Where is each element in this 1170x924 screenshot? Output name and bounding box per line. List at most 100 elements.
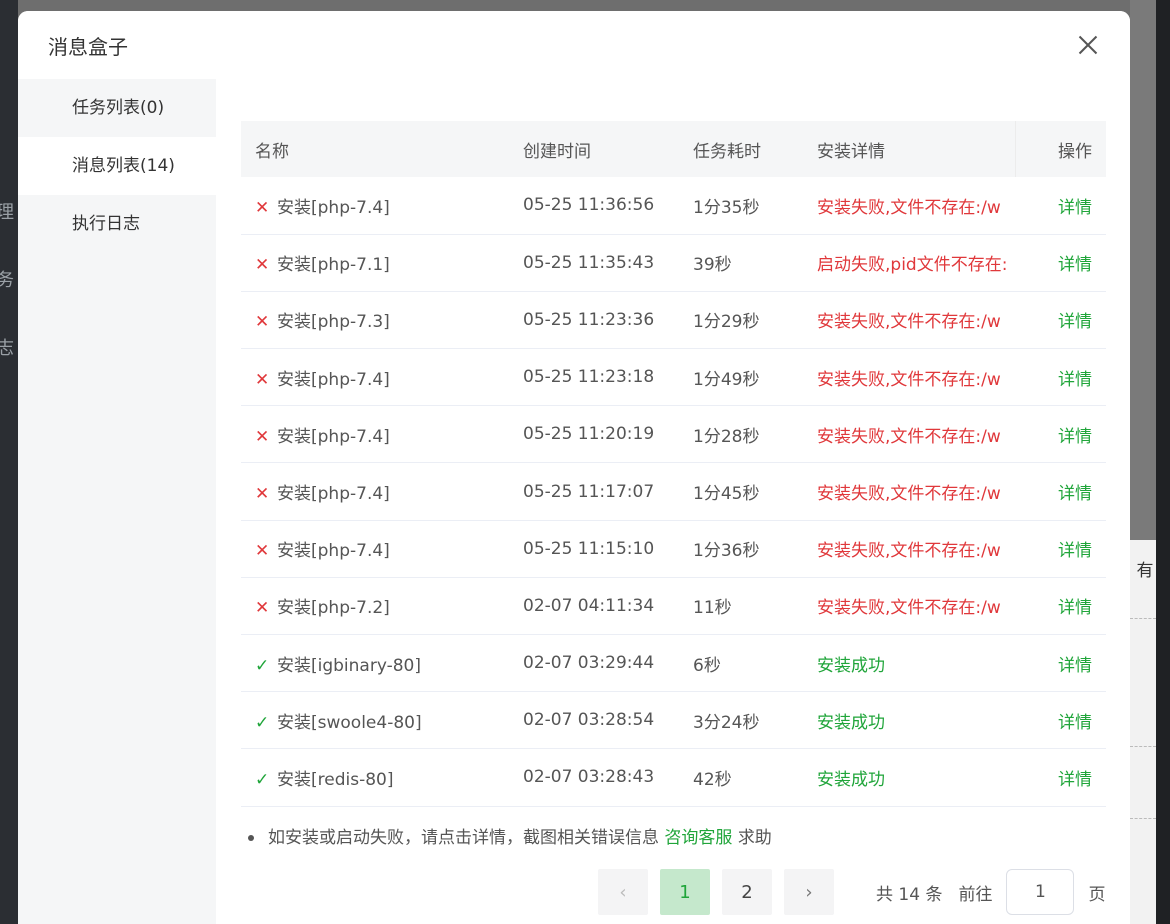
prev-page-button[interactable]: ‹ — [598, 869, 648, 915]
help-note-suffix: 求助 — [737, 828, 772, 848]
duration: 11秒 — [693, 598, 732, 619]
detail-link[interactable]: 详情 — [1058, 713, 1092, 733]
action-cell: 详情 — [1015, 520, 1106, 577]
table-row: ✕ 安装[php-7.3] 05-25 11:23:36 1分29秒 安装失败,文件不存… — [241, 291, 1106, 349]
message-table-container: 名称 创建时间 任务耗时 安装详情 操作 ✕ 安装[php-7.4] 05-25 1… — [241, 121, 1106, 807]
action-cell: 详情 — [1015, 234, 1106, 291]
table-header-row: 名称 创建时间 任务耗时 安装详情 操作 — [241, 121, 1106, 177]
check-icon: ✓ — [255, 655, 270, 676]
task-name-cell: ✕ 安装[php-7.2] — [241, 577, 509, 634]
detail-link[interactable]: 详情 — [1058, 598, 1092, 618]
action-cell: 详情 — [1015, 177, 1106, 234]
created-time: 02-07 03:28:54 — [523, 710, 655, 731]
table-row: ✕ 安装[php-7.4] 05-25 11:20:19 1分28秒 安装失败,文件不存… — [241, 406, 1106, 463]
backdrop-right-edge — [1156, 0, 1170, 924]
detail-link[interactable]: 详情 — [1058, 656, 1092, 676]
created-time: 02-07 04:11:34 — [523, 595, 655, 616]
backdrop-divider — [1130, 618, 1156, 619]
dialog-title: 消息盒子 — [48, 35, 128, 59]
install-detail: 安装失败,文件不存在:/w — [817, 541, 1001, 562]
created-time: 05-25 11:23:18 — [523, 367, 655, 388]
detail-link[interactable]: 详情 — [1058, 255, 1092, 275]
column-header-action: 操作 — [1014, 121, 1106, 177]
detail-link[interactable]: 详情 — [1058, 770, 1092, 790]
sidebar-item-execution-log[interactable]: 执行日志 — [18, 195, 216, 253]
duration: 6秒 — [693, 655, 721, 676]
task-name-cell: ✓ 安装[igbinary-80] — [241, 635, 509, 692]
action-cell: 详情 — [1015, 749, 1106, 806]
detail-link[interactable]: 详情 — [1058, 198, 1092, 218]
task-name-cell: ✕ 安装[php-7.4] — [241, 406, 509, 463]
column-header-name: 名称 — [255, 141, 289, 162]
duration: 42秒 — [693, 769, 732, 790]
detail-link[interactable]: 详情 — [1058, 484, 1092, 504]
total-count: 共 14 条 — [876, 884, 943, 905]
backdrop-divider — [1130, 746, 1156, 747]
detail-link[interactable]: 详情 — [1058, 312, 1092, 332]
dialog-header: 消息盒子 — [18, 11, 1130, 79]
install-detail: 安装失败,文件不存在:/w — [817, 426, 1001, 447]
goto-label: 前往 — [958, 884, 993, 905]
table-row: ✕ 安装[php-7.4] 05-25 11:17:07 1分45秒 安装失败,文件不存… — [241, 463, 1106, 521]
goto-page-input[interactable] — [1006, 869, 1075, 915]
action-cell: 详情 — [1015, 291, 1106, 348]
column-header-detail: 安装详情 — [817, 141, 885, 162]
close-icon[interactable] — [1072, 29, 1104, 61]
table-row: ✓ 安装[redis-80] 02-07 03:28:43 42秒 安装成功 详情 — [241, 749, 1106, 807]
consult-support-link[interactable]: 咨询客服 — [664, 828, 732, 848]
created-time: 05-25 11:23:36 — [523, 309, 655, 330]
task-name: 安装[swoole4-80] — [277, 712, 422, 733]
created-time: 02-07 03:29:44 — [523, 653, 655, 674]
task-name: 安装[redis-80] — [277, 769, 394, 790]
created-time: 02-07 03:28:43 — [523, 767, 655, 788]
duration: 1分29秒 — [693, 312, 760, 333]
sidebar-item-task-list[interactable]: 任务列表(0) — [18, 79, 216, 137]
cross-icon: ✕ — [255, 197, 270, 218]
column-header-duration: 任务耗时 — [693, 141, 761, 162]
page-button-1[interactable]: 1 — [660, 869, 710, 915]
cross-icon: ✕ — [255, 598, 270, 619]
table-row: ✓ 安装[igbinary-80] 02-07 03:29:44 6秒 安装成功 详情 — [241, 635, 1106, 692]
duration: 1分35秒 — [693, 197, 760, 218]
cross-icon: ✕ — [255, 484, 270, 505]
duration: 1分36秒 — [693, 541, 760, 562]
page-button-2[interactable]: 2 — [722, 869, 772, 915]
detail-link[interactable]: 详情 — [1058, 370, 1092, 390]
install-detail: 安装成功 — [817, 655, 885, 676]
task-name: 安装[php-7.2] — [277, 598, 390, 619]
task-name-cell: ✕ 安装[php-7.4] — [241, 349, 509, 406]
backdrop-left-panel: 理 务 志 — [0, 0, 18, 924]
table-row: ✕ 安装[php-7.2] 02-07 04:11:34 11秒 安装失败,文件不存在:… — [241, 577, 1106, 635]
message-box-dialog: 消息盒子 任务列表(0) 消息列表(14) 执行日志 名称 创建时间 任务耗时 … — [18, 11, 1130, 924]
message-table: 名称 创建时间 任务耗时 安装详情 操作 ✕ 安装[php-7.4] 05-25 1… — [241, 121, 1106, 807]
cross-icon: ✕ — [255, 426, 270, 447]
task-name: 安装[php-7.4] — [277, 197, 390, 218]
action-cell: 详情 — [1015, 349, 1106, 406]
table-row: ✕ 安装[php-7.4] 05-25 11:23:18 1分49秒 安装失败,文件不存… — [241, 349, 1106, 406]
duration: 1分45秒 — [693, 484, 760, 505]
pagination: ‹ 1 2 › 共 14 条 前往 页 — [598, 869, 1105, 915]
task-name-cell: ✕ 安装[php-7.4] — [241, 463, 509, 520]
backdrop-right-content — [1130, 540, 1156, 924]
next-page-button[interactable]: › — [784, 869, 834, 915]
cross-icon: ✕ — [255, 541, 270, 562]
task-name-cell: ✕ 安装[php-7.1] — [241, 234, 509, 291]
table-row: ✕ 安装[php-7.4] 05-25 11:36:56 1分35秒 安装失败,文件不存… — [241, 177, 1106, 235]
created-time: 05-25 11:17:07 — [523, 481, 655, 502]
help-note-text: 如安装或启动失败，请点击详情，截图相关错误信息 — [268, 828, 659, 848]
task-name: 安装[php-7.1] — [277, 255, 390, 276]
install-detail: 安装失败,文件不存在:/w — [817, 484, 1001, 505]
install-detail: 安装失败,文件不存在:/w — [817, 197, 1001, 218]
cross-icon: ✕ — [255, 255, 270, 276]
task-name: 安装[php-7.4] — [277, 369, 390, 390]
detail-link[interactable]: 详情 — [1058, 427, 1092, 447]
install-detail: 安装成功 — [817, 769, 885, 790]
detail-link[interactable]: 详情 — [1058, 541, 1092, 561]
cross-icon: ✕ — [255, 312, 270, 333]
created-time: 05-25 11:36:56 — [523, 195, 655, 216]
backdrop-divider — [1130, 818, 1156, 819]
table-row: ✓ 安装[swoole4-80] 02-07 03:28:54 3分24秒 安装成功 详情 — [241, 692, 1106, 749]
check-icon: ✓ — [255, 712, 270, 733]
action-cell: 详情 — [1015, 577, 1106, 634]
sidebar-item-message-list[interactable]: 消息列表(14) — [18, 137, 216, 195]
